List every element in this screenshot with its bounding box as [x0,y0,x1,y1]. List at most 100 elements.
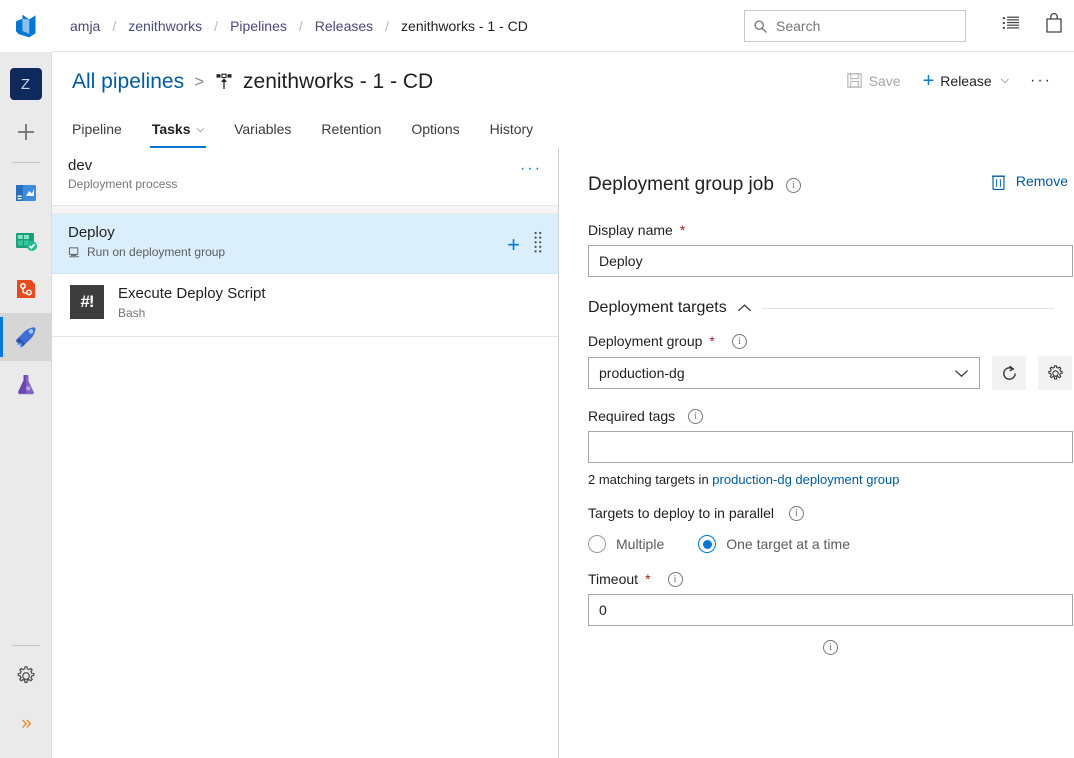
rail-divider [12,162,40,163]
azure-devops-logo[interactable] [0,0,52,52]
create-release-label: Release [940,73,991,89]
deployment-process-row[interactable]: dev Deployment process ··· [52,148,558,206]
search-input[interactable]: Search [776,18,820,34]
deployment-group-label: Deployment group [588,333,702,349]
manage-deployment-groups-button[interactable] [1038,356,1072,390]
task-list-panel: dev Deployment process ··· Deploy Run on… [52,148,559,758]
deployment-targets-section-header[interactable]: Deployment targets [588,299,1074,317]
breadcrumb-item-project[interactable]: zenithworks [125,18,205,34]
radio-option-multiple[interactable]: Multiple [588,535,664,553]
tab-tasks[interactable]: Tasks ⌵ [137,121,219,148]
deployment-group-field: Deployment group * i production-dg [588,333,1074,390]
timeout-label: Timeout [588,571,638,587]
tab-pipeline[interactable]: Pipeline [72,121,137,148]
breadcrumb-separator: / [205,18,227,34]
timeout-label-row: Timeout * i [588,571,1074,587]
breadcrumb-item-org[interactable]: amja [67,18,103,34]
job-details-panel: Deployment group job i Remove Display na… [560,148,1074,758]
parallel-targets-info-icon[interactable]: i [789,506,804,521]
matching-targets-prefix: 2 matching targets in [588,472,712,487]
task-row[interactable]: #! Execute Deploy Script Bash [52,274,558,337]
sidebar-item-repos[interactable] [0,265,52,313]
add-task-button[interactable]: + [507,237,520,253]
matching-targets-text: 2 matching targets in production-dg depl… [588,472,1074,487]
required-marker: * [680,222,685,238]
breadcrumb: amja / zenithworks / Pipelines / Release… [67,18,531,34]
remove-job-button[interactable]: Remove [990,172,1068,190]
process-title: dev [68,157,542,174]
marketplace-bag-icon[interactable] [1044,12,1064,34]
tab-options-label: Options [411,121,459,137]
display-name-label-row: Display name * [588,222,1074,238]
radio-one-target-label: One target at a time [726,536,850,552]
details-title: Deployment group job [588,174,774,196]
deployment-group-info-icon[interactable]: i [732,334,747,349]
chevron-down-icon[interactable]: ⌵ [197,124,205,135]
breadcrumb-item-current: zenithworks - 1 - CD [398,18,531,34]
timeout-field: Timeout * i 0 [588,571,1074,626]
timeout-input[interactable]: 0 [588,594,1073,626]
project-settings-button[interactable] [0,652,52,700]
all-pipelines-link[interactable]: All pipelines [72,70,184,94]
tab-retention-label: Retention [321,121,381,137]
radio-one-target-indicator[interactable] [698,535,716,553]
more-actions-button[interactable]: ··· [1022,72,1060,90]
required-tags-input[interactable] [588,431,1073,463]
parallel-targets-radio-group: Multiple One target at a time [588,535,1074,553]
list-spacer [52,206,558,214]
refresh-deployment-groups-button[interactable] [992,356,1026,390]
release-pipeline-icon [214,72,234,92]
info-icon[interactable]: i [823,640,838,655]
details-info-icon[interactable]: i [786,178,801,193]
parallel-targets-field: Targets to deploy to in parallel i Multi… [588,505,1074,553]
required-tags-field: Required tags i 2 matching targets in pr… [588,408,1074,487]
next-field-info-icon-partial: i [588,640,1073,655]
save-button[interactable]: Save [837,66,910,95]
deployment-group-icon [68,246,81,259]
process-more-actions-button[interactable]: ··· [520,160,542,178]
radio-multiple-indicator[interactable] [588,535,606,553]
process-subtitle: Deployment process [68,177,542,191]
details-header: Deployment group job i Remove [588,170,1074,200]
breadcrumb-item-pipelines[interactable]: Pipelines [227,18,290,34]
new-item-button[interactable] [0,108,52,156]
organization-avatar[interactable]: Z [10,68,42,100]
sidebar-item-test-plans[interactable] [0,361,52,409]
page-header: All pipelines > zenithworks - 1 - CD Sav… [52,52,1074,148]
parallel-targets-label-row: Targets to deploy to in parallel i [588,505,1074,521]
remove-job-label: Remove [1016,173,1068,189]
tab-retention[interactable]: Retention [306,121,396,148]
sidebar-item-overview[interactable] [0,169,52,217]
work-items-icon[interactable] [1001,13,1022,34]
expand-rail-button[interactable]: » [0,700,52,748]
matching-targets-link[interactable]: production-dg deployment group [712,472,899,487]
sidebar-item-pipelines[interactable] [0,313,52,361]
double-chevron-right-icon: » [21,713,30,735]
gear-icon [15,665,37,687]
chevron-down-icon[interactable]: ⌵ [1001,74,1009,87]
display-name-input[interactable]: Deploy [588,245,1073,277]
drag-handle-icon[interactable] [534,231,542,258]
task-subtitle: Bash [118,306,266,320]
chevron-up-icon[interactable] [737,303,752,313]
chevron-right-icon: > [194,72,204,92]
breadcrumb-item-releases[interactable]: Releases [312,18,376,34]
search-icon [753,19,768,34]
radio-multiple-label: Multiple [616,536,664,552]
overview-icon [13,180,39,206]
required-tags-info-icon[interactable]: i [688,409,703,424]
timeout-info-icon[interactable]: i [668,572,683,587]
radio-option-one-target[interactable]: One target at a time [698,535,850,553]
required-tags-label: Required tags [588,408,675,424]
sidebar-item-boards[interactable] [0,217,52,265]
create-release-button[interactable]: + Release ⌵ [914,67,1018,95]
rail-bottom-divider [12,645,40,646]
required-marker: * [709,333,714,349]
tab-options[interactable]: Options [396,121,474,148]
tab-history[interactable]: History [475,121,549,148]
top-navigation-bar: amja / zenithworks / Pipelines / Release… [52,0,1074,52]
tab-variables[interactable]: Variables [219,121,306,148]
search-box[interactable]: Search [744,10,966,42]
job-row-deploy[interactable]: Deploy Run on deployment group + [52,214,558,274]
deployment-group-select[interactable]: production-dg [588,357,980,389]
